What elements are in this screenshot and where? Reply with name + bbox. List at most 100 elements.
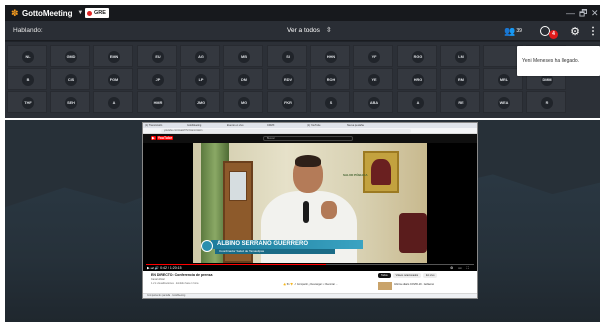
settings-button[interactable]: ⚙	[569, 24, 581, 38]
participant-tile[interactable]: SEH	[50, 91, 90, 113]
participant-tile[interactable]: YE	[353, 68, 393, 90]
participant-avatar: HHN	[325, 51, 337, 63]
participant-tile[interactable]: JMG	[180, 91, 220, 113]
participant-tile[interactable]: JP	[137, 68, 177, 90]
speaker-hair	[295, 155, 321, 167]
chip-all[interactable]: Todos	[378, 273, 391, 278]
youtube-logo[interactable]: ▶ YouTube	[151, 136, 174, 140]
participant-tile[interactable]: HHN	[310, 45, 350, 67]
recording-indicator[interactable]: GRE	[85, 8, 109, 18]
wall-caption: SALUD PÚBLICA	[343, 173, 368, 177]
chat-unread-badge: 4	[549, 30, 558, 39]
door-window	[229, 171, 247, 201]
participant-tile[interactable]: NL	[7, 45, 47, 67]
video-meta: 1.2 k visualizaciones · Emitido hace 1 h…	[151, 282, 199, 285]
participant-tile[interactable]: GMD	[50, 45, 90, 67]
chip-related[interactable]: Videos relacionados	[392, 273, 422, 278]
youtube-search-input[interactable]: Buscar	[263, 136, 353, 141]
participant-avatar: SI	[282, 51, 294, 63]
participant-avatar: A	[412, 97, 424, 109]
chevron-down-icon: ▼	[77, 10, 84, 16]
participant-tile[interactable]: EU	[137, 45, 177, 67]
participant-avatar: RE	[455, 97, 467, 109]
participant-tile[interactable]: RDV	[267, 68, 307, 90]
play-icon[interactable]: ▶ ⏭ 🔊	[147, 266, 160, 270]
participant-tile[interactable]: ROH	[310, 68, 350, 90]
speaking-label: Hablando:	[13, 27, 43, 34]
filter-chips: Todos Videos relacionados En vivo	[378, 273, 438, 278]
participant-tile[interactable]: AG	[180, 45, 220, 67]
participant-avatar: HRG	[412, 74, 424, 86]
participant-avatar: CIS	[65, 74, 77, 86]
participant-tile[interactable]: FGM	[93, 68, 133, 90]
participant-avatar: FGM	[108, 74, 120, 86]
participant-tile[interactable]: B	[7, 68, 47, 90]
view-all-dropdown[interactable]: Ver a todos ⇳	[287, 26, 332, 35]
video-player[interactable]: SALUD PÚBLICA ALBINO SERRANO GUERRERO Co…	[143, 143, 477, 271]
participant-tile[interactable]: RM	[440, 68, 480, 90]
participant-tile[interactable]: S	[310, 91, 350, 113]
participant-tile[interactable]: A	[397, 91, 437, 113]
chip-live[interactable]: En vivo	[423, 273, 438, 278]
channel-name[interactable]: Canal oficial	[151, 278, 165, 281]
progress-bar[interactable]	[146, 264, 474, 265]
participant-tile[interactable]: EMN	[93, 45, 133, 67]
participant-tile[interactable]: THF	[7, 91, 47, 113]
participants-button[interactable]: 👥 39	[501, 24, 525, 38]
browser-status-bar: Compartiendo pantalla · GotoMeeting	[143, 293, 477, 298]
close-button[interactable]: ✕	[591, 7, 599, 19]
app-logo[interactable]: ✽ GottoMeeting ▼	[11, 8, 83, 18]
participant-avatar: MB	[238, 51, 250, 63]
title-bar: ✽ GottoMeeting ▼ GRE — 🗗 ✕	[5, 5, 600, 21]
speaker-name: ALBINO SERRANO GUERRERO	[211, 240, 363, 249]
speaker-hand	[321, 201, 337, 219]
participant-tile[interactable]: R	[526, 91, 566, 113]
view-all-label: Ver a todos	[287, 26, 320, 34]
participant-avatar: EMN	[108, 51, 120, 63]
participant-grid: NL GMD EMN EU AG MB SI HHN YF RGG LM B CIS FGM JP LP DM R…	[5, 42, 600, 118]
notification-text: Yeni Meneses ha llegado.	[522, 58, 580, 64]
participant-tile[interactable]: DM	[223, 68, 263, 90]
participants-icon: 👥	[504, 25, 516, 36]
youtube-header: ▶ YouTube Buscar	[143, 134, 477, 143]
participant-tile[interactable]: LM	[440, 45, 480, 67]
meeting-window: ✽ GottoMeeting ▼ GRE — 🗗 ✕ Hablando: Ver…	[5, 5, 600, 322]
player-right-controls[interactable]: ⚙ ▭ ⛶	[450, 266, 471, 270]
close-icon[interactable]: ✕	[593, 48, 598, 55]
participant-tile[interactable]: MB	[223, 45, 263, 67]
participant-avatar: THF	[22, 97, 34, 109]
more-menu-button[interactable]: ⋮	[588, 24, 598, 38]
participant-tile[interactable]: ABA	[353, 91, 393, 113]
participant-avatar: RDV	[282, 74, 294, 86]
video-details: EN DIRECTO: Conferencia de prensa Canal …	[143, 271, 477, 293]
participant-tile[interactable]: HRG	[397, 68, 437, 90]
recommended-video[interactable]: Informe diario COVID-19 · Gobierno	[378, 282, 472, 291]
participant-tile[interactable]: WEA	[483, 91, 523, 113]
participant-tile[interactable]: LP	[180, 68, 220, 90]
participant-tile[interactable]: A	[93, 91, 133, 113]
play-logo-icon: ▶	[151, 136, 156, 140]
participant-tile[interactable]: RGG	[397, 45, 437, 67]
participant-tile[interactable]: MG	[223, 91, 263, 113]
recommended-title: Informe diario COVID-19 · Gobierno	[394, 283, 435, 286]
video-actions[interactable]: 👍 51 👎 ↗ Compartir ⤓ Descargar ✂ Recorta…	[283, 283, 338, 286]
red-chair	[399, 213, 427, 253]
participant-avatar: RM	[455, 74, 467, 86]
participant-tile[interactable]: CIS	[50, 68, 90, 90]
participant-avatar: SEH	[65, 97, 77, 109]
participant-avatar: ROH	[325, 74, 337, 86]
player-time: ▶ ⏭ 🔊 0:42 / 1:20:15	[147, 266, 182, 270]
participant-avatar: B	[22, 74, 34, 86]
participant-tile[interactable]: RE	[440, 91, 480, 113]
participant-tile[interactable]: SI	[267, 45, 307, 67]
participant-tile[interactable]: HMR	[137, 91, 177, 113]
participant-avatar: LM	[455, 51, 467, 63]
participant-avatar: LP	[195, 74, 207, 86]
minimize-button[interactable]: —	[566, 7, 575, 19]
restore-button[interactable]: 🗗	[579, 7, 587, 19]
participant-avatar: DM	[238, 74, 250, 86]
participant-tile[interactable]: YF	[353, 45, 393, 67]
participant-avatar: YE	[368, 74, 380, 86]
url-field[interactable]: youtube.com/watch?v=transmision	[161, 129, 411, 133]
participant-tile[interactable]: FKR	[267, 91, 307, 113]
